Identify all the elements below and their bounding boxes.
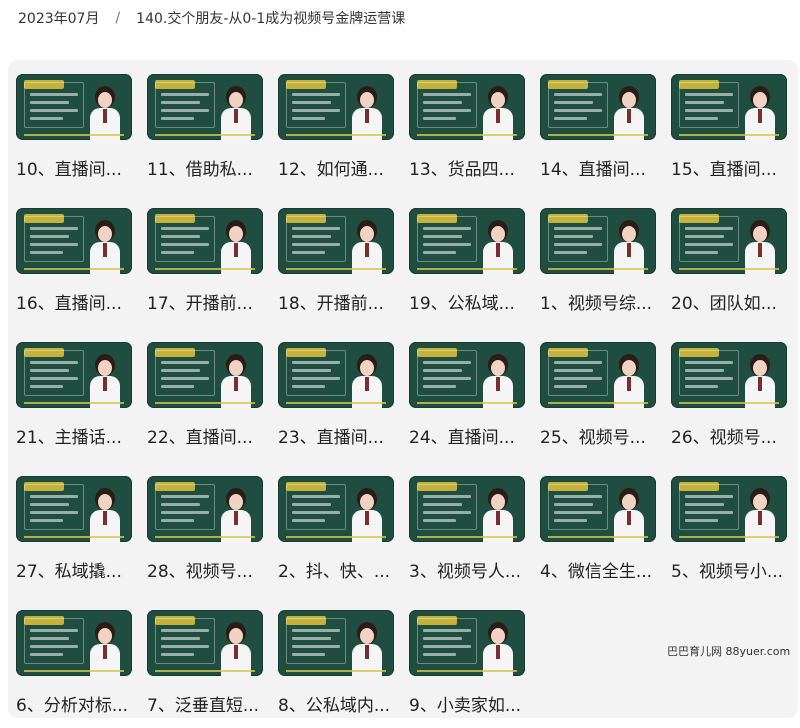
lesson-thumbnail[interactable] (147, 342, 263, 408)
lesson-thumbnail[interactable] (16, 342, 132, 408)
lesson-thumbnail[interactable] (540, 208, 656, 274)
lesson-thumbnail[interactable] (671, 208, 787, 274)
lesson-title[interactable]: 7、泛垂直短... (147, 696, 277, 716)
lesson-thumbnail[interactable] (16, 208, 132, 274)
lesson-card[interactable]: 5、视频号小... (671, 476, 787, 594)
lesson-card[interactable]: 10、直播间... (16, 74, 132, 192)
lesson-title[interactable]: 17、开播前... (147, 294, 277, 314)
lesson-card[interactable]: 23、直播间... (278, 342, 394, 460)
lesson-thumbnail[interactable] (147, 476, 263, 542)
lesson-thumbnail[interactable] (147, 74, 263, 140)
lesson-thumbnail[interactable] (278, 610, 394, 676)
lesson-card[interactable]: 18、开播前... (278, 208, 394, 326)
lesson-card[interactable]: 21、主播话... (16, 342, 132, 460)
lesson-thumbnail[interactable] (16, 74, 132, 140)
lesson-grid-panel: 10、直播间... 11、借助私... 12、如何通... 13、货品四... 14、直… (8, 60, 798, 718)
lesson-thumbnail[interactable] (409, 476, 525, 542)
lesson-card[interactable]: 17、开播前... (147, 208, 263, 326)
lesson-title[interactable]: 13、货品四... (409, 160, 539, 180)
lesson-card[interactable]: 6、分析对标... (16, 610, 132, 728)
lesson-thumbnail[interactable] (278, 208, 394, 274)
lesson-card[interactable]: 25、视频号... (540, 342, 656, 460)
lesson-title[interactable]: 27、私域撬... (16, 562, 146, 582)
lesson-card[interactable]: 7、泛垂直短... (147, 610, 263, 728)
lesson-thumbnail[interactable] (540, 342, 656, 408)
lesson-card[interactable]: 12、如何通... (278, 74, 394, 192)
lesson-title[interactable]: 6、分析对标... (16, 696, 146, 716)
lesson-card[interactable]: 4、微信全生... (540, 476, 656, 594)
lesson-thumbnail[interactable] (409, 342, 525, 408)
lesson-title[interactable]: 28、视频号... (147, 562, 277, 582)
lesson-thumbnail[interactable] (671, 476, 787, 542)
lesson-title[interactable]: 11、借助私... (147, 160, 277, 180)
lesson-card[interactable]: 9、小卖家如... (409, 610, 525, 728)
lesson-card[interactable]: 3、视频号人... (409, 476, 525, 594)
lesson-title[interactable]: 21、主播话... (16, 428, 146, 448)
site-watermark: 巴巴育儿网 88yuer.com (667, 645, 791, 658)
lesson-card[interactable]: 28、视频号... (147, 476, 263, 594)
lesson-title[interactable]: 5、视频号小... (671, 562, 800, 582)
lesson-card[interactable]: 16、直播间... (16, 208, 132, 326)
breadcrumb: 2023年07月 / 140.交个朋友-从0-1成为视频号金牌运营课 (18, 8, 405, 28)
lesson-card[interactable]: 14、直播间... (540, 74, 656, 192)
lesson-title[interactable]: 22、直播间... (147, 428, 277, 448)
lesson-title[interactable]: 8、公私域内... (278, 696, 408, 716)
lesson-title[interactable]: 3、视频号人... (409, 562, 539, 582)
breadcrumb-date[interactable]: 2023年07月 (18, 8, 99, 28)
lesson-thumbnail[interactable] (671, 342, 787, 408)
lesson-thumbnail[interactable] (409, 74, 525, 140)
lesson-thumbnail[interactable] (16, 476, 132, 542)
lesson-thumbnail[interactable] (278, 476, 394, 542)
lesson-title[interactable]: 9、小卖家如... (409, 696, 539, 716)
lesson-card[interactable]: 13、货品四... (409, 74, 525, 192)
lesson-thumbnail[interactable] (540, 476, 656, 542)
lesson-card[interactable]: 27、私域撬... (16, 476, 132, 594)
lesson-title[interactable]: 23、直播间... (278, 428, 408, 448)
lesson-card[interactable]: 8、公私域内... (278, 610, 394, 728)
lesson-thumbnail[interactable] (147, 610, 263, 676)
lesson-card[interactable]: 2、抖、快、... (278, 476, 394, 594)
lesson-title[interactable]: 18、开播前... (278, 294, 408, 314)
lesson-thumbnail[interactable] (147, 208, 263, 274)
lesson-title[interactable]: 14、直播间... (540, 160, 670, 180)
lesson-title[interactable]: 4、微信全生... (540, 562, 670, 582)
lesson-title[interactable]: 2、抖、快、... (278, 562, 408, 582)
lesson-title[interactable]: 26、视频号... (671, 428, 800, 448)
lesson-title[interactable]: 10、直播间... (16, 160, 146, 180)
lesson-thumbnail[interactable] (540, 74, 656, 140)
lesson-title[interactable]: 19、公私域... (409, 294, 539, 314)
lesson-card[interactable]: 26、视频号... (671, 342, 787, 460)
lesson-card[interactable]: 1、视频号综... (540, 208, 656, 326)
lesson-title[interactable]: 12、如何通... (278, 160, 408, 180)
breadcrumb-separator: / (115, 10, 121, 26)
lesson-thumbnail[interactable] (409, 610, 525, 676)
lesson-card[interactable]: 15、直播间... (671, 74, 787, 192)
lesson-title[interactable]: 15、直播间... (671, 160, 800, 180)
lesson-card[interactable]: 24、直播间... (409, 342, 525, 460)
lesson-card[interactable]: 22、直播间... (147, 342, 263, 460)
lesson-title[interactable]: 24、直播间... (409, 428, 539, 448)
lesson-thumbnail[interactable] (16, 610, 132, 676)
lesson-title[interactable]: 1、视频号综... (540, 294, 670, 314)
lesson-thumbnail[interactable] (278, 342, 394, 408)
lesson-title[interactable]: 16、直播间... (16, 294, 146, 314)
breadcrumb-course-title: 140.交个朋友-从0-1成为视频号金牌运营课 (136, 11, 406, 27)
lesson-card[interactable]: 20、团队如... (671, 208, 787, 326)
lesson-card[interactable]: 19、公私域... (409, 208, 525, 326)
lesson-thumbnail[interactable] (409, 208, 525, 274)
lesson-title[interactable]: 20、团队如... (671, 294, 800, 314)
lesson-thumbnail[interactable] (671, 74, 787, 140)
lesson-thumbnail[interactable] (278, 74, 394, 140)
lesson-title[interactable]: 25、视频号... (540, 428, 670, 448)
lesson-card[interactable]: 11、借助私... (147, 74, 263, 192)
